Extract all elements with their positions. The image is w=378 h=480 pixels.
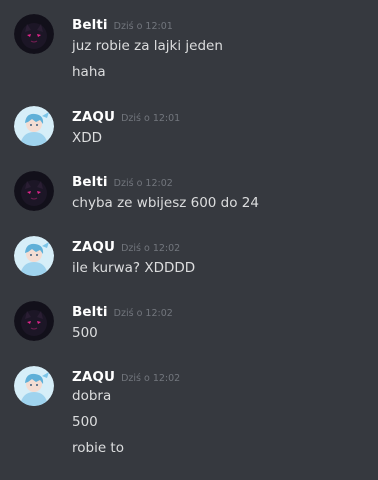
message-header: Belti Dziś o 12:01 [72, 14, 173, 33]
avatar[interactable] [14, 236, 54, 276]
message-text: 500 [72, 414, 98, 430]
message-text: 500 [72, 325, 98, 341]
username[interactable]: Belti [72, 17, 108, 33]
message-header: ZAQU Dziś o 12:02 [72, 366, 181, 385]
username[interactable]: ZAQU [72, 109, 115, 125]
timestamp: Dziś o 12:01 [113, 21, 173, 32]
light-anime-avatar-icon [14, 366, 54, 406]
light-anime-avatar-icon [14, 106, 54, 146]
timestamp: Dziś o 12:02 [121, 243, 181, 254]
light-anime-avatar-icon [14, 236, 54, 276]
dark-cat-avatar-icon [14, 301, 54, 341]
dark-cat-avatar-icon [14, 171, 54, 211]
username[interactable]: ZAQU [72, 369, 115, 385]
message-header: ZAQU Dziś o 12:01 [72, 106, 181, 125]
username[interactable]: ZAQU [72, 239, 115, 255]
message-text: robie to [72, 440, 124, 456]
timestamp: Dziś o 12:01 [121, 113, 181, 124]
message-header: Belti Dziś o 12:02 [72, 301, 173, 320]
avatar[interactable] [14, 366, 54, 406]
message-text: XDD [72, 130, 103, 146]
avatar[interactable] [14, 106, 54, 146]
message-text: juz robie za lajki jeden [72, 38, 223, 54]
timestamp: Dziś o 12:02 [113, 308, 173, 319]
message-text: ile kurwa? XDDDD [72, 260, 196, 276]
message-header: ZAQU Dziś o 12:02 [72, 236, 181, 255]
avatar[interactable] [14, 14, 54, 54]
username[interactable]: Belti [72, 304, 108, 320]
message-header: Belti Dziś o 12:02 [72, 171, 173, 190]
avatar[interactable] [14, 301, 54, 341]
timestamp: Dziś o 12:02 [121, 373, 181, 384]
username[interactable]: Belti [72, 174, 108, 190]
message-text: dobra [72, 388, 112, 404]
timestamp: Dziś o 12:02 [113, 178, 173, 189]
chat-message-list: Belti Dziś o 12:01 juz robie za lajki jed… [0, 0, 378, 480]
avatar[interactable] [14, 171, 54, 211]
dark-cat-avatar-icon [14, 14, 54, 54]
message-text: haha [72, 64, 106, 80]
message-text: chyba ze wbijesz 600 do 24 [72, 195, 259, 211]
